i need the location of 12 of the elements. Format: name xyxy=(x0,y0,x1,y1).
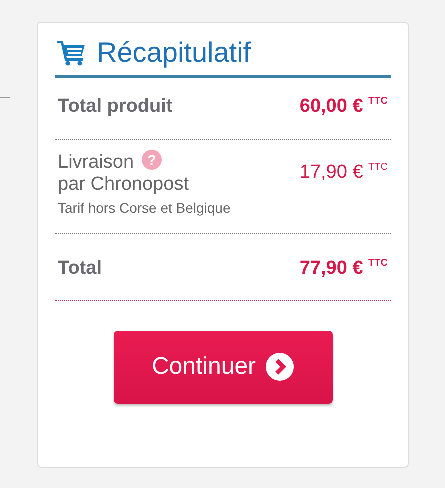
cart-icon xyxy=(57,40,87,66)
continue-button[interactable]: Continuer xyxy=(114,330,332,404)
price-text: 60,00 € $^{TTC}$ xyxy=(300,96,388,118)
carrier-text: par Chronopost xyxy=(58,174,190,196)
tariff-note: Tarif hors Corse et Belgique xyxy=(58,200,231,216)
row-label: Total xyxy=(58,258,102,280)
price-text: 17,90 € $^{TTC}$ xyxy=(300,162,388,184)
price-text: 77,90 € $^{TTC}$ xyxy=(300,258,388,280)
chevron-icon xyxy=(266,353,294,382)
summary-title: Récapitulatif xyxy=(97,37,252,69)
row-label: Livraison xyxy=(58,152,134,174)
row-label: Total produit xyxy=(58,96,173,118)
